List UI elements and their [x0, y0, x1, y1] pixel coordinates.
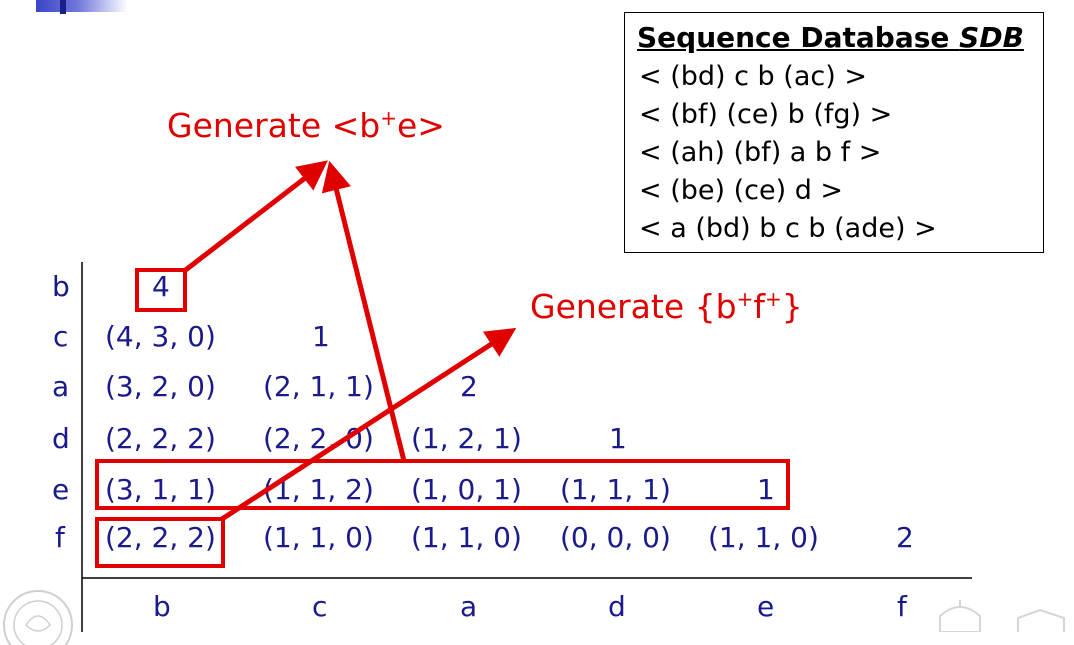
- highlight-box-cell-f-b: [95, 517, 225, 568]
- university-seal-icon: [3, 590, 73, 645]
- arrow-to-generate-bf: [220, 327, 517, 522]
- diagram-overlay: [81, 160, 972, 632]
- building-dome-icon: [939, 600, 981, 632]
- highlight-box-row-e: [95, 459, 790, 510]
- building-tower-icon: [1017, 608, 1065, 632]
- highlight-box-b-count: [135, 268, 187, 312]
- arrow-to-generate-be: [181, 160, 328, 274]
- arrow-row-e-to-generate-be: [321, 160, 407, 462]
